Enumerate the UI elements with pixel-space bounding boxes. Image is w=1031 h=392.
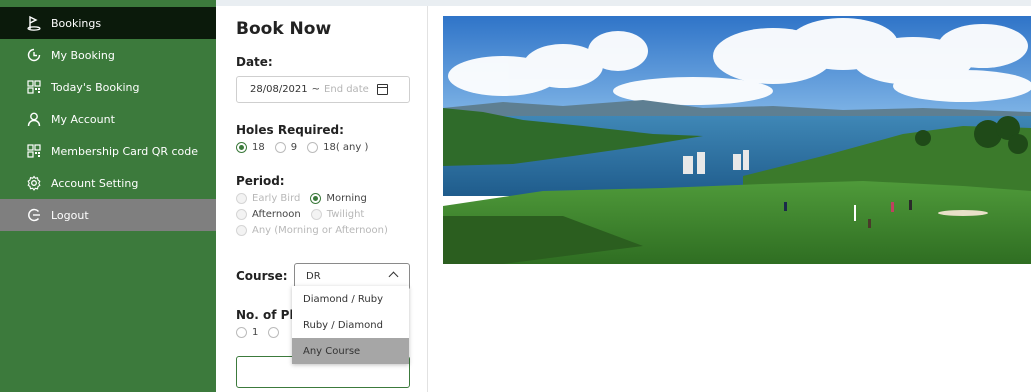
qr-code-icon: [26, 143, 42, 159]
players-radio-group: 1: [236, 327, 294, 338]
sidebar-item-label: My Account: [51, 112, 115, 126]
course-label: Course:: [236, 269, 288, 283]
chevron-up-icon: [388, 271, 399, 282]
course-option-ruby-diamond[interactable]: Ruby / Diamond: [292, 312, 409, 338]
sidebar-item-account-setting[interactable]: Account Setting: [0, 167, 216, 199]
golf-course-photo: [443, 16, 1031, 264]
players-option-1[interactable]: 1: [236, 327, 258, 338]
sidebar-item-label: Membership Card QR code: [51, 144, 199, 158]
sidebar-item-membership-card[interactable]: Membership Card QR code: [0, 135, 216, 167]
radio-icon: [307, 142, 319, 153]
period-label: Period:: [236, 174, 285, 188]
radio-checked-icon: [310, 193, 322, 204]
period-option-afternoon[interactable]: Afternoon: [236, 209, 301, 220]
radio-icon: [268, 327, 280, 338]
period-option-twilight[interactable]: Twilight: [310, 209, 364, 220]
holes-option-9[interactable]: 9: [274, 142, 297, 153]
calendar-icon[interactable]: [376, 84, 388, 95]
sidebar-item-label: My Booking: [51, 48, 115, 62]
qr-code-icon: [26, 79, 42, 95]
user-icon: [26, 111, 42, 127]
date-label: Date:: [236, 55, 273, 69]
period-row-1: Early Bird Morning: [236, 193, 377, 204]
sidebar-item-logout[interactable]: Logout: [0, 199, 216, 231]
start-date-value: 28/08/2021: [250, 84, 308, 95]
course-option-diamond-ruby[interactable]: Diamond / Ruby: [292, 286, 409, 312]
sidebar-item-label: Logout: [51, 208, 89, 222]
radio-icon: [236, 209, 247, 220]
holes-option-18[interactable]: 18: [236, 142, 265, 153]
radio-icon: [236, 225, 247, 236]
gear-icon: [26, 175, 42, 191]
period-option-any[interactable]: Any (Morning or Afternoon): [236, 225, 388, 236]
holes-label: Holes Required:: [236, 123, 344, 137]
players-option-2[interactable]: [268, 327, 284, 338]
date-separator: ~: [311, 84, 321, 95]
clock-icon: [26, 47, 42, 63]
course-dropdown-menu: Diamond / Ruby Ruby / Diamond Any Course: [292, 286, 409, 364]
radio-icon: [274, 142, 286, 153]
radio-icon: [310, 209, 322, 220]
course-select-value: DR: [306, 271, 321, 282]
sidebar-item-label: Account Setting: [51, 176, 139, 190]
holes-radio-group: 18 9 18( any ): [236, 142, 378, 153]
period-option-early-bird[interactable]: Early Bird: [236, 193, 300, 204]
course-option-any-course[interactable]: Any Course: [292, 338, 409, 364]
period-row-2: Afternoon Twilight: [236, 209, 374, 220]
sidebar: Bookings My Booking Today's Booking My A…: [0, 0, 216, 392]
period-row-3: Any (Morning or Afternoon): [236, 225, 398, 236]
radio-icon: [236, 193, 247, 204]
radio-icon: [236, 327, 247, 338]
sidebar-item-my-booking[interactable]: My Booking: [0, 39, 216, 71]
golf-flag-icon: [26, 15, 42, 31]
sidebar-item-bookings[interactable]: Bookings: [0, 7, 216, 39]
period-option-morning[interactable]: Morning: [310, 193, 367, 204]
logout-icon: [26, 207, 42, 223]
date-range-input[interactable]: 28/08/2021 ~ End date: [236, 76, 410, 103]
radio-checked-icon: [236, 142, 247, 153]
end-date-placeholder: End date: [324, 84, 369, 95]
sidebar-item-label: Bookings: [51, 16, 102, 30]
page-title: Book Now: [236, 19, 332, 39]
sidebar-item-todays-booking[interactable]: Today's Booking: [0, 71, 216, 103]
holes-option-18-any[interactable]: 18( any ): [307, 142, 368, 153]
sidebar-item-label: Today's Booking: [51, 80, 140, 94]
sidebar-item-my-account[interactable]: My Account: [0, 103, 216, 135]
